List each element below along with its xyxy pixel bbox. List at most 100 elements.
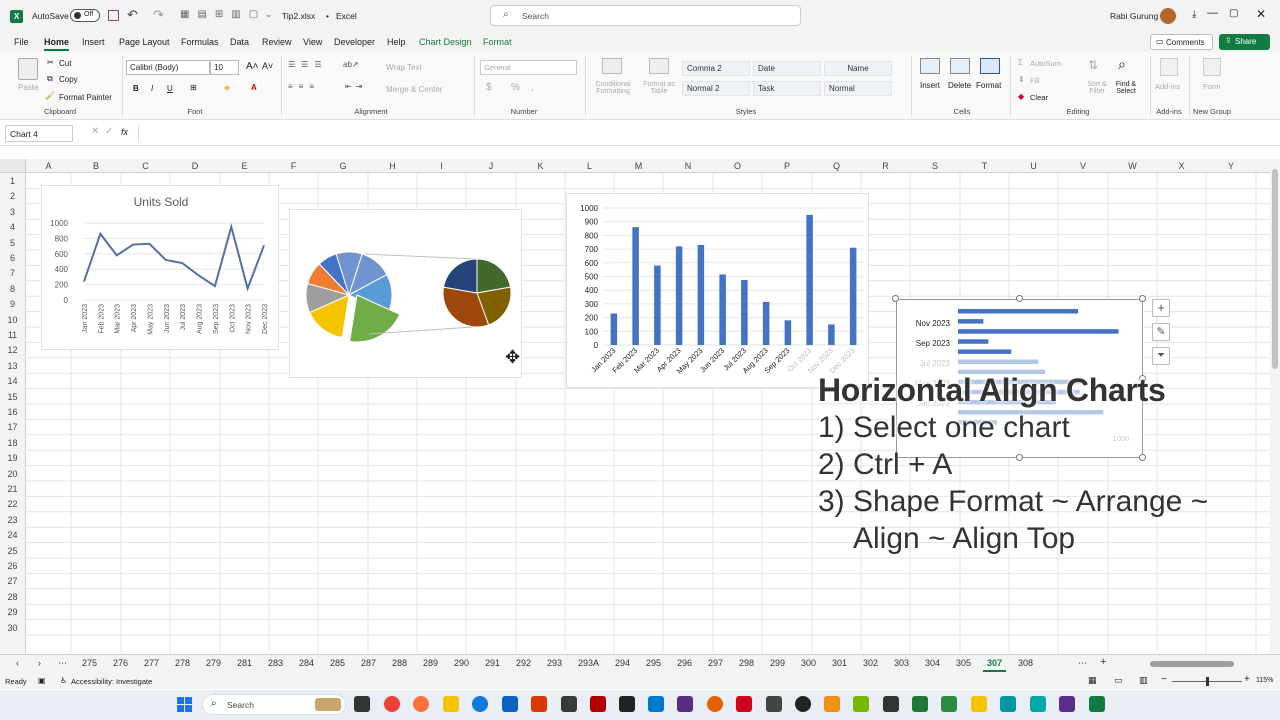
- sheet-tab-277[interactable]: 277: [144, 658, 159, 668]
- row-header-28[interactable]: 28: [0, 592, 25, 602]
- chart-styles-button[interactable]: ✎: [1152, 323, 1170, 341]
- row-header-19[interactable]: 19: [0, 453, 25, 463]
- column-header-G[interactable]: G: [318, 159, 368, 173]
- row-header-16[interactable]: 16: [0, 407, 25, 417]
- fill-icon[interactable]: ⬇: [1018, 75, 1025, 84]
- tab-help[interactable]: Help: [387, 37, 406, 47]
- column-header-W[interactable]: W: [1108, 159, 1157, 173]
- sheet-tab-303[interactable]: 303: [894, 658, 909, 668]
- minimize-icon[interactable]: —: [1207, 7, 1218, 19]
- cut-icon[interactable]: ✂: [47, 58, 54, 67]
- formula-cancel-icon[interactable]: ✕: [91, 126, 99, 137]
- autosave-toggle[interactable]: Off: [70, 9, 100, 22]
- column-header-Y[interactable]: Y: [1206, 159, 1256, 173]
- column-header-U[interactable]: U: [1009, 159, 1058, 173]
- edge-icon[interactable]: [472, 696, 488, 712]
- chart-filters-button[interactable]: ⏷: [1152, 347, 1170, 365]
- column-header-E[interactable]: E: [220, 159, 269, 173]
- row-header-2[interactable]: 2: [0, 191, 25, 201]
- sheet-tab-287[interactable]: 287: [361, 658, 376, 668]
- sheet-tab-283[interactable]: 283: [268, 658, 283, 668]
- row-header-23[interactable]: 23: [0, 515, 25, 525]
- zoom-slider[interactable]: [1172, 677, 1242, 686]
- form-icon[interactable]: [1203, 58, 1221, 76]
- column-header-X[interactable]: X: [1157, 159, 1206, 173]
- sheet-tab-275[interactable]: 275: [82, 658, 97, 668]
- ribbon-display-icon[interactable]: ⤓: [1192, 9, 1196, 20]
- task-view-icon[interactable]: [354, 696, 370, 712]
- row-header-17[interactable]: 17: [0, 422, 25, 432]
- column-header-S[interactable]: S: [910, 159, 960, 173]
- clear-icon[interactable]: ◆: [1018, 92, 1024, 101]
- excel-taskbar-icon[interactable]: [1089, 696, 1105, 712]
- fill-color-icon[interactable]: ◈: [224, 83, 230, 92]
- row-header-21[interactable]: 21: [0, 484, 25, 494]
- app-icon-4[interactable]: [677, 696, 693, 712]
- row-header-10[interactable]: 10: [0, 315, 25, 325]
- column-header-I[interactable]: I: [417, 159, 466, 173]
- increase-font-icon[interactable]: A˄: [246, 61, 259, 72]
- sheet-tab-307[interactable]: 307: [982, 658, 1007, 672]
- currency-button[interactable]: $: [486, 82, 492, 93]
- app-icon-11[interactable]: [912, 696, 928, 712]
- prev-sheet-icon[interactable]: ‹: [16, 658, 19, 668]
- underline-button[interactable]: U: [167, 84, 173, 93]
- find-icon[interactable]: ⌕: [1118, 56, 1126, 73]
- horizontal-scrollbar[interactable]: [1140, 659, 1266, 669]
- column-header-J[interactable]: J: [466, 159, 516, 173]
- sheet-tab-301[interactable]: 301: [832, 658, 847, 668]
- chart-elements-button[interactable]: +: [1152, 299, 1170, 317]
- next-sheet-icon[interactable]: ›: [38, 658, 41, 668]
- row-header-24[interactable]: 24: [0, 530, 25, 540]
- sheet-tab-308[interactable]: 308: [1018, 658, 1033, 668]
- addins-icon[interactable]: [1160, 58, 1178, 76]
- taskbar-search[interactable]: ⌕ Search: [202, 694, 346, 715]
- formula-input[interactable]: [138, 125, 1268, 142]
- app-icon-5[interactable]: [707, 696, 723, 712]
- firefox-icon[interactable]: [413, 696, 429, 712]
- line-chart[interactable]: Units Sold 1000 800 600 400 200 0 Jan 2023 Feb …: [41, 185, 279, 350]
- sheet-tab-294[interactable]: 294: [615, 658, 630, 668]
- indent-icons[interactable]: ⇤⇥: [345, 82, 366, 91]
- form-button[interactable]: Form: [1203, 82, 1221, 91]
- column-header-K[interactable]: K: [516, 159, 565, 173]
- column-header-R[interactable]: R: [861, 159, 910, 173]
- addins-button[interactable]: Add-ins: [1155, 82, 1180, 91]
- normal-view-icon[interactable]: ▦: [1088, 675, 1097, 686]
- close-icon[interactable]: ✕: [1256, 7, 1266, 21]
- filezilla-icon[interactable]: [590, 696, 606, 712]
- row-header-9[interactable]: 9: [0, 299, 25, 309]
- name-box[interactable]: Chart 4: [5, 125, 73, 142]
- column-header-O[interactable]: O: [713, 159, 762, 173]
- resize-handle-br[interactable]: [1139, 454, 1146, 461]
- wrap-text-button[interactable]: Wrap Text: [386, 63, 422, 72]
- row-header-18[interactable]: 18: [0, 438, 25, 448]
- style-comma2[interactable]: Comma 2: [682, 61, 750, 76]
- comments-button[interactable]: ▭ Comments: [1150, 34, 1213, 50]
- file-explorer-icon[interactable]: [443, 696, 459, 712]
- autosum-button[interactable]: AutoSum: [1030, 59, 1061, 68]
- sheet-tab-295[interactable]: 295: [646, 658, 661, 668]
- avatar[interactable]: [1160, 8, 1176, 24]
- sheet-tab-293[interactable]: 293: [547, 658, 562, 668]
- app-icon-3[interactable]: [619, 696, 635, 712]
- tab-home[interactable]: Home: [44, 37, 70, 51]
- column-header-M[interactable]: M: [614, 159, 663, 173]
- tab-page-layout[interactable]: Page Layout: [119, 37, 170, 47]
- style-task[interactable]: Task: [753, 81, 821, 96]
- tab-file[interactable]: File: [14, 37, 29, 47]
- sheet-tab-302[interactable]: 302: [863, 658, 878, 668]
- accessibility-icon[interactable]: ♿: [60, 676, 67, 685]
- zoom-out-icon[interactable]: −: [1161, 674, 1167, 685]
- qat-dropdown-icon[interactable]: ⌄: [265, 9, 273, 20]
- fx-icon[interactable]: fx: [121, 127, 128, 137]
- clear-button[interactable]: Clear: [1030, 93, 1048, 102]
- percent-button[interactable]: %: [511, 82, 520, 93]
- column-header-V[interactable]: V: [1058, 159, 1108, 173]
- column-chart[interactable]: 1000 900 800 700 600 500 400 300 200 100 0 Jan 2023…: [566, 193, 869, 388]
- arduino-icon[interactable]: [1000, 696, 1016, 712]
- column-header-A[interactable]: A: [26, 159, 71, 173]
- maximize-icon[interactable]: ▢: [1229, 8, 1238, 19]
- resize-handle-tl[interactable]: [892, 295, 899, 302]
- delete-cells-icon[interactable]: [950, 58, 970, 74]
